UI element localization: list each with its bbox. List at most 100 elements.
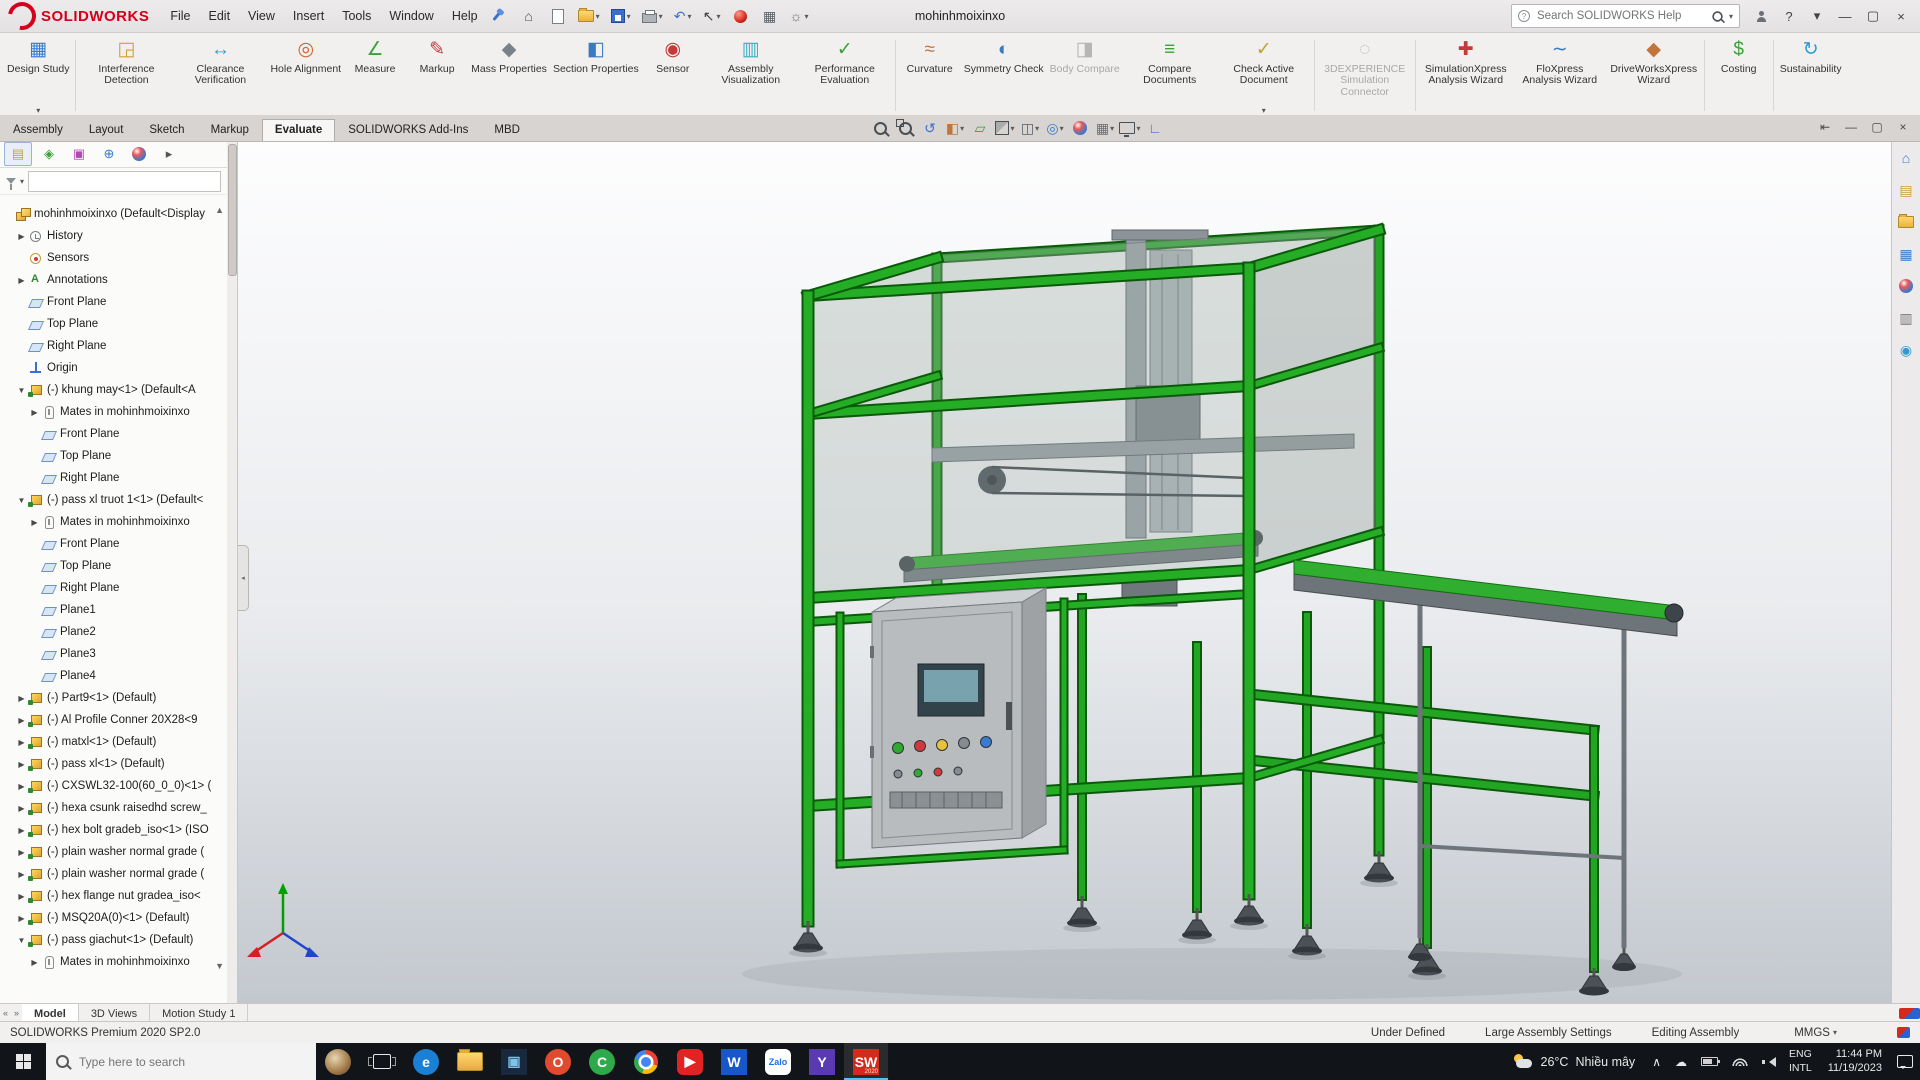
tree-item-msq20a-0-1-default[interactable]: ▶ (-) MSQ20A(0)<1> (Default): [0, 907, 227, 929]
tree-item-top-plane[interactable]: Top Plane: [0, 313, 227, 335]
tree-expand-arrow[interactable]: ▼: [15, 386, 28, 395]
tree-item-mates-in-mohinhmoixinxo[interactable]: ▶ Mates in mohinhmoixinxo: [0, 951, 227, 973]
menu-file[interactable]: File: [161, 5, 199, 27]
tab-mbd[interactable]: MBD: [481, 119, 533, 141]
tree-item-khung-may-1-default-a[interactable]: ▼ (-) khung may<1> (Default<A: [0, 379, 227, 401]
edit-appearance-button[interactable]: [1069, 117, 1091, 139]
sensor-button[interactable]: ◉ Sensor: [642, 34, 704, 117]
tree-item-right-plane[interactable]: Right Plane: [0, 577, 227, 599]
tree-item-mohinhmoixinxo-default-display[interactable]: mohinhmoixinxo (Default<Display: [0, 203, 227, 225]
section-view-button-dropdown-icon[interactable]: ▾: [960, 124, 964, 133]
tree-item-plane2[interactable]: Plane2: [0, 621, 227, 643]
tree-item-pass-xl-1-default[interactable]: ▶ (-) pass xl<1> (Default): [0, 753, 227, 775]
battery-icon[interactable]: [1694, 1043, 1725, 1080]
options-button-dropdown-icon[interactable]: ▾: [804, 12, 808, 21]
window-close-button[interactable]: ×: [1888, 4, 1914, 28]
undo-button[interactable]: ↶ ▾: [670, 6, 696, 26]
help-button[interactable]: ?: [1776, 4, 1802, 28]
microsoft-store-button[interactable]: ▣: [492, 1043, 536, 1080]
tree-expand-arrow[interactable]: ▶: [15, 826, 28, 835]
volume-icon[interactable]: [1755, 1043, 1781, 1080]
custom-properties-tab[interactable]: ▥: [1895, 307, 1917, 329]
interference-detection-button[interactable]: ◲ Interference Detection: [79, 34, 173, 117]
status-units[interactable]: MMGS: [1794, 1027, 1830, 1039]
open-document-button-dropdown-icon[interactable]: ▾: [596, 12, 600, 21]
tab-layout[interactable]: Layout: [76, 119, 137, 141]
design-study-button[interactable]: ▦ Design Study ▾: [4, 34, 72, 117]
view-palette-tab[interactable]: ▦: [1895, 243, 1917, 265]
tree-item-front-plane[interactable]: Front Plane: [0, 533, 227, 555]
tree-expand-arrow[interactable]: ▶: [15, 276, 28, 285]
start-button[interactable]: [0, 1043, 46, 1080]
network-icon[interactable]: [1725, 1043, 1755, 1080]
tree-item-hex-bolt-gradeb-iso-1-iso[interactable]: ▶ (-) hex bolt gradeb_iso<1> (ISO: [0, 819, 227, 841]
dimxpertmanager-tab[interactable]: ⊕: [96, 143, 122, 165]
tree-item-plane3[interactable]: Plane3: [0, 643, 227, 665]
tree-item-front-plane[interactable]: Front Plane: [0, 291, 227, 313]
tree-expand-arrow[interactable]: ▶: [15, 892, 28, 901]
edit-appearance-quick-button[interactable]: [728, 7, 754, 26]
solidworks-2020-button[interactable]: SW 2020: [844, 1043, 888, 1080]
help-search-input[interactable]: [1535, 9, 1706, 23]
tree-expand-arrow[interactable]: ▶: [28, 958, 41, 967]
tree-expand-arrow[interactable]: ▶: [15, 870, 28, 879]
previous-view-button[interactable]: ↺: [919, 117, 941, 139]
tree-item-plane4[interactable]: Plane4: [0, 665, 227, 687]
configurationmanager-tab[interactable]: ▣: [66, 143, 92, 165]
tree-item-top-plane[interactable]: Top Plane: [0, 555, 227, 577]
select-tool-button[interactable]: ↖ ▾: [699, 6, 725, 26]
costing-button[interactable]: $ Costing: [1708, 34, 1770, 117]
menu-view[interactable]: View: [239, 5, 284, 27]
view-settings-button[interactable]: ▾: [1119, 117, 1141, 139]
display-style-button-dropdown-icon[interactable]: ▾: [1035, 124, 1039, 133]
weather-widget[interactable]: 26°C Nhiều mây: [1502, 1054, 1646, 1069]
tree-expand-arrow[interactable]: ▶: [15, 738, 28, 747]
new-document-button[interactable]: [545, 6, 571, 27]
tab-solidworks-add-ins[interactable]: SOLIDWORKS Add-Ins: [335, 119, 481, 141]
performance-evaluation-button[interactable]: ✓ Performance Evaluation: [798, 34, 892, 117]
status-tag-icon[interactable]: [1897, 1027, 1910, 1038]
sustainability-button[interactable]: ↻ Sustainability: [1777, 34, 1845, 117]
tree-item-sensors[interactable]: Sensors: [0, 247, 227, 269]
chrome-browser-button[interactable]: [624, 1043, 668, 1080]
doc-minimize-button[interactable]: —: [1840, 117, 1862, 137]
assembly-visualization-button[interactable]: ▥ Assembly Visualization: [704, 34, 798, 117]
coccoc-browser-button[interactable]: C: [580, 1043, 624, 1080]
doc-dock-button[interactable]: ⇤: [1814, 117, 1836, 137]
save-button-dropdown-icon[interactable]: ▾: [627, 12, 631, 21]
menu-window[interactable]: Window: [380, 5, 442, 27]
hide-show-items-button[interactable]: ◎ ▾: [1044, 117, 1066, 139]
tree-item-pass-giachut-1-default[interactable]: ▼ (-) pass giachut<1> (Default): [0, 929, 227, 951]
symmetry-check-button[interactable]: ◐ Symmetry Check: [961, 34, 1047, 117]
search-icon[interactable]: [1712, 10, 1723, 22]
window-minimize-button[interactable]: —: [1832, 4, 1858, 28]
tree-expand-arrow[interactable]: ▶: [15, 848, 28, 857]
tree-item-plain-washer-normal-grade[interactable]: ▶ (-) plain washer normal grade (: [0, 841, 227, 863]
tree-item-al-profile-conner-20x28-9[interactable]: ▶ (-) Al Profile Conner 20X28<9: [0, 709, 227, 731]
task-view-button[interactable]: [360, 1043, 404, 1080]
check-active-document-dropdown-icon[interactable]: ▾: [1262, 106, 1266, 115]
dynamic-annotation-button[interactable]: ▱: [969, 117, 991, 139]
zoom-to-fit-button[interactable]: [869, 117, 891, 139]
home-button[interactable]: ⌂: [516, 6, 542, 26]
check-active-document-button[interactable]: ✓ Check Active Document ▾: [1217, 34, 1311, 117]
tree-item-pass-xl-truot-1-1-default[interactable]: ▼ (-) pass xl truot 1<1> (Default<: [0, 489, 227, 511]
solidworks-forum-tab[interactable]: ◉: [1895, 339, 1917, 361]
control-cabinet[interactable]: [870, 587, 1047, 849]
markup-button[interactable]: ✎ Markup: [406, 34, 468, 117]
undo-button-dropdown-icon[interactable]: ▾: [687, 12, 691, 21]
onedrive-icon[interactable]: ☁: [1668, 1043, 1694, 1080]
compare-documents-button[interactable]: ≡ Compare Documents: [1123, 34, 1217, 117]
filter-dropdown-icon[interactable]: ▾: [20, 177, 24, 186]
tabs-scroll-left-icon[interactable]: «: [0, 1008, 11, 1018]
simulationxpress-analysis-wizard-button[interactable]: ✚ SimulationXpress Analysis Wizard: [1419, 34, 1513, 117]
tree-expand-arrow[interactable]: ▶: [15, 804, 28, 813]
pin-icon[interactable]: [492, 11, 501, 21]
tree-item-history[interactable]: ▶ History: [0, 225, 227, 247]
tree-item-mates-in-mohinhmoixinxo[interactable]: ▶ Mates in mohinhmoixinxo: [0, 401, 227, 423]
view-settings-button-dropdown-icon[interactable]: ▾: [1136, 124, 1140, 133]
tab-assembly[interactable]: Assembly: [0, 119, 76, 141]
tab-markup[interactable]: Markup: [198, 119, 262, 141]
print-button[interactable]: ▾: [638, 7, 667, 26]
mail-app-button[interactable]: Y: [800, 1043, 844, 1080]
